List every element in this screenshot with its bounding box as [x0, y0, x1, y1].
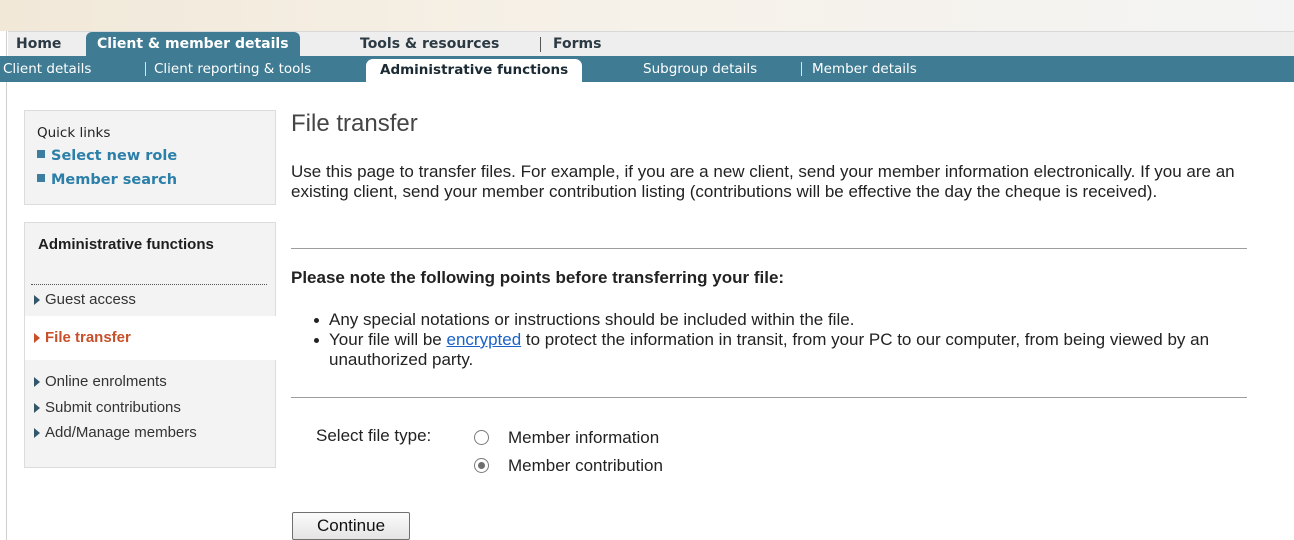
sidebar-item-add-manage-members[interactable]: Add/Manage members: [31, 422, 275, 444]
sidebar-item-file-transfer[interactable]: File transfer: [25, 316, 277, 360]
sidebar-item-label: File transfer: [45, 329, 131, 346]
notes-list: Any special notations or instructions sh…: [312, 310, 1242, 370]
left-border: [6, 31, 7, 540]
radio-button[interactable]: [474, 458, 489, 473]
caret-right-icon: [34, 295, 40, 305]
radio-label: Member contribution: [508, 456, 663, 475]
quick-link-label: Select new role: [51, 148, 178, 164]
caret-right-icon: [34, 333, 40, 343]
sidebar-item-label: Submit contributions: [45, 399, 181, 416]
tab-tools-resources[interactable]: Tools & resources: [360, 32, 499, 57]
caret-right-icon: [34, 377, 40, 387]
quick-links-title: Quick links: [37, 125, 111, 141]
subtab-subgroup-details[interactable]: Subgroup details: [643, 56, 757, 82]
divider: [291, 397, 1247, 398]
subtab-administrative-functions[interactable]: Administrative functions: [366, 59, 583, 82]
page-title: File transfer: [291, 110, 418, 137]
sidebar-item-label: Online enrolments: [45, 373, 167, 390]
tab-forms[interactable]: Forms: [553, 32, 601, 57]
caret-right-icon: [34, 428, 40, 438]
subtab-client-details[interactable]: Client details: [3, 56, 91, 82]
bullet-text: Your file will be: [329, 330, 447, 349]
nav-separator: [540, 37, 541, 52]
main-nav: Home Client & member details Tools & res…: [8, 31, 1294, 57]
sidebar-item-submit-contributions[interactable]: Submit contributions: [31, 397, 275, 419]
quick-link-member-search[interactable]: Member search: [37, 172, 177, 188]
quick-link-label: Member search: [51, 172, 178, 188]
file-type-label: Select file type:: [316, 426, 432, 445]
note-heading: Please note the following points before …: [291, 268, 785, 287]
sub-nav: Client details Client reporting & tools …: [0, 56, 1294, 82]
encrypted-link[interactable]: encrypted: [447, 330, 522, 349]
sidebar-divider: [31, 284, 267, 285]
sidebar-item-online-enrolments[interactable]: Online enrolments: [31, 371, 275, 393]
list-item: Your file will be encrypted to protect t…: [312, 330, 1242, 370]
sidebar-heading: Administrative functions: [38, 236, 214, 253]
radio-button[interactable]: [474, 430, 489, 445]
subnav-separator: [145, 62, 146, 76]
divider: [291, 248, 1247, 249]
subtab-client-reporting-tools[interactable]: Client reporting & tools: [154, 56, 311, 82]
caret-right-icon: [34, 403, 40, 413]
quick-link-select-new-role[interactable]: Select new role: [37, 148, 177, 164]
quick-links-box: Quick links Select new role Member searc…: [24, 110, 276, 205]
continue-button[interactable]: Continue: [292, 512, 410, 540]
sidebar-item-label: Add/Manage members: [45, 424, 197, 441]
sidebar-item-guest-access[interactable]: Guest access: [31, 289, 275, 311]
tab-home[interactable]: Home: [16, 32, 61, 57]
list-item: Any special notations or instructions sh…: [312, 310, 1242, 330]
sidebar: Administrative functions Guest access Fi…: [24, 222, 277, 468]
subtab-member-details[interactable]: Member details: [812, 56, 917, 82]
radio-label: Member information: [508, 428, 660, 447]
square-bullet-icon: [37, 150, 45, 158]
tab-client-member-details[interactable]: Client & member details: [86, 32, 300, 57]
sidebar-item-label: Guest access: [45, 291, 136, 308]
top-banner: [0, 0, 1294, 31]
subnav-separator: [801, 62, 802, 76]
intro-text: Use this page to transfer files. For exa…: [291, 162, 1235, 201]
square-bullet-icon: [37, 174, 45, 182]
